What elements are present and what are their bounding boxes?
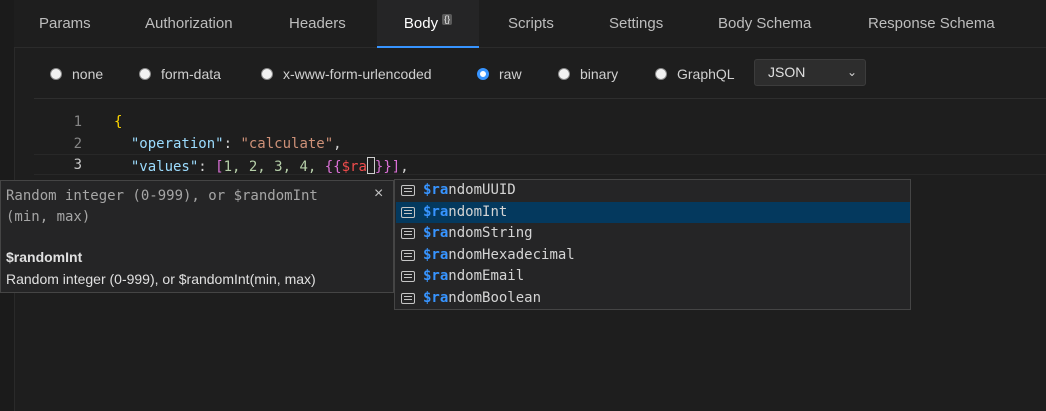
suggestion-rest: ndomString xyxy=(448,225,533,241)
tab-headers-label: Headers xyxy=(289,15,346,32)
suggestion-rest: ndomHexadecimal xyxy=(448,247,575,263)
json-brace: { xyxy=(114,114,123,130)
tab-settings-label: Settings xyxy=(609,15,664,32)
suggestion-item[interactable]: $randomHexadecimal xyxy=(396,245,910,266)
suggestion-rest: ndomInt xyxy=(448,204,508,220)
radio-form-data[interactable]: form-data xyxy=(139,66,221,82)
json-numbers: 1, 2, 3, 4, xyxy=(223,159,325,175)
request-tabs: Params Authorization Headers Body{} Scri… xyxy=(14,0,1046,48)
suggestion-item-selected[interactable]: $randomInt xyxy=(396,202,910,223)
radio-graphql[interactable]: GraphQL xyxy=(655,66,735,82)
template-var-close: }} xyxy=(374,159,392,175)
tab-params[interactable]: Params xyxy=(39,0,91,46)
radio-none-label: none xyxy=(72,66,104,82)
tab-response-schema[interactable]: Response Schema xyxy=(868,0,995,46)
tab-authorization-label: Authorization xyxy=(145,15,233,32)
format-select[interactable]: JSON ⌄ xyxy=(754,59,866,86)
radio-raw-label: raw xyxy=(499,66,522,82)
suggestion-list: $randomUUID $randomInt $randomString $ra… xyxy=(394,179,911,310)
suggestion-match: $ra xyxy=(423,247,449,263)
tab-scripts[interactable]: Scripts xyxy=(508,0,554,46)
radio-circle-icon xyxy=(655,68,667,80)
radio-form-data-label: form-data xyxy=(161,66,221,82)
line-number: 2 xyxy=(73,136,82,152)
format-select-value: JSON xyxy=(768,64,806,80)
radio-graphql-label: GraphQL xyxy=(677,66,735,82)
suggestion-item[interactable]: $randomUUID xyxy=(396,180,910,201)
json-colon: : xyxy=(223,136,241,152)
radio-urlencoded-label: x-www-form-urlencoded xyxy=(283,66,432,82)
tab-authorization[interactable]: Authorization xyxy=(145,0,233,46)
radio-binary[interactable]: binary xyxy=(558,66,618,82)
tab-settings[interactable]: Settings xyxy=(609,0,663,46)
chevron-down-icon: ⌄ xyxy=(846,65,857,79)
suggestion-rest: ndomEmail xyxy=(448,268,525,284)
json-string: "calculate" xyxy=(240,136,334,152)
tab-body[interactable]: Body{} xyxy=(377,0,479,48)
tab-response-schema-label: Response Schema xyxy=(868,15,995,32)
tab-headers[interactable]: Headers xyxy=(289,0,346,46)
text-variable-icon xyxy=(401,271,415,282)
suggest-details-panel: Random integer (0-999), or $randomInt (m… xyxy=(0,180,394,293)
radio-checked-icon xyxy=(477,68,489,80)
text-variable-icon xyxy=(401,293,415,304)
tab-params-label: Params xyxy=(39,15,91,32)
line-number: 3 xyxy=(73,157,82,173)
text-variable-icon xyxy=(401,207,415,218)
radio-none[interactable]: none xyxy=(50,66,103,82)
radio-x-www-form-urlencoded[interactable]: x-www-form-urlencoded xyxy=(261,66,432,82)
suggestion-item[interactable]: $randomString xyxy=(396,223,910,244)
suggestion-match: $ra xyxy=(423,290,449,306)
radio-circle-icon xyxy=(139,68,151,80)
suggestion-item[interactable]: $randomEmail xyxy=(396,266,910,287)
suggestion-match: $ra xyxy=(423,204,449,220)
tab-body-badge: {} xyxy=(442,14,453,25)
body-type-selector: none form-data x-www-form-urlencoded raw… xyxy=(14,47,1046,99)
suggest-detail-name: $randomInt xyxy=(6,249,83,265)
suggestion-match: $ra xyxy=(423,268,449,284)
text-variable-icon xyxy=(401,250,415,261)
suggest-detail-description: Random integer (0-999), or $randomInt(mi… xyxy=(6,271,316,287)
code-line-2: "operation": "calculate", xyxy=(114,136,342,152)
json-key: "operation" xyxy=(130,136,224,152)
radio-binary-label: binary xyxy=(580,66,619,82)
suggestion-match: $ra xyxy=(423,182,449,198)
suggest-signature: Random integer (0-999), or $randomInt (m… xyxy=(6,188,318,225)
radio-raw[interactable]: raw xyxy=(477,66,522,82)
radio-circle-icon xyxy=(558,68,570,80)
template-var-typed: $ra xyxy=(341,159,367,175)
suggestion-rest: ndomBoolean xyxy=(448,290,542,306)
tab-body-schema-label: Body Schema xyxy=(718,15,812,32)
json-colon: : xyxy=(198,159,216,175)
text-variable-icon xyxy=(401,185,415,196)
json-bracket: [ xyxy=(215,159,224,175)
tab-body-schema[interactable]: Body Schema xyxy=(718,0,811,46)
line-number: 1 xyxy=(73,114,82,130)
code-line-1: { xyxy=(114,114,122,130)
json-comma: , xyxy=(333,136,342,152)
code-line-3: "values": [1, 2, 3, 4, {{$ra}}], xyxy=(114,157,409,175)
suggestion-rest: ndomUUID xyxy=(448,182,516,198)
template-var-open: {{ xyxy=(324,159,342,175)
json-comma: , xyxy=(400,159,409,175)
radio-circle-icon xyxy=(50,68,62,80)
suggestion-match: $ra xyxy=(423,225,449,241)
close-icon[interactable]: × xyxy=(374,185,383,203)
suggestion-item[interactable]: $randomBoolean xyxy=(396,288,910,309)
tab-scripts-label: Scripts xyxy=(508,15,554,32)
text-cursor xyxy=(366,157,375,174)
radio-circle-icon xyxy=(261,68,273,80)
text-variable-icon xyxy=(401,228,415,239)
divider xyxy=(34,98,1046,99)
json-bracket: ] xyxy=(391,159,401,175)
json-key: "values" xyxy=(130,159,199,175)
tab-body-label: Body xyxy=(403,15,439,32)
